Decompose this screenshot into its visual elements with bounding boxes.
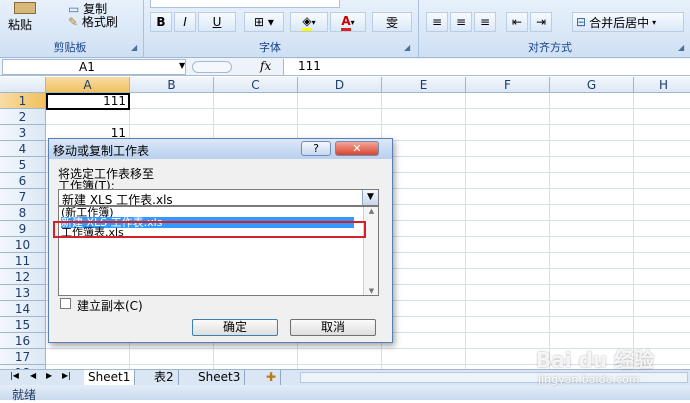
phonetic-button[interactable]: 雯 [372,12,412,32]
create-copy-checkbox[interactable] [60,298,71,309]
workbook-list[interactable]: (新工作簿) 新建 XLS 工作表.xls 工作簿表.xls ▲ ▼ [58,206,379,296]
ok-button[interactable]: 确定 [192,319,278,336]
merge-center-icon: ⊟ [576,15,587,29]
move-copy-dialog: 移动或复制工作表 ? ✕ 将选定工作表移至 工作簿(T): 新建 XLS 工作表… [48,138,393,343]
fill-color-button[interactable]: ◈ ▾ [290,12,328,32]
paste-label: 粘贴 [8,18,33,32]
align-left-button[interactable]: ≡ [426,12,448,32]
copy-button[interactable]: ▭ 复制 [68,0,138,16]
name-box[interactable]: A1 ▼ [2,59,186,75]
dialog-titlebar[interactable]: 移动或复制工作表 ? ✕ [49,139,392,159]
row-header-12[interactable]: 12 [0,269,46,285]
increase-indent-icon: ⇥ [535,15,547,29]
border-button[interactable]: ⊞ ▾ [244,12,284,32]
close-button[interactable]: ✕ [335,141,379,156]
help-button[interactable]: ? [301,141,331,156]
insert-function-icon[interactable]: fx [260,59,280,75]
column-header-e[interactable]: E [382,77,466,93]
scroll-down-icon[interactable]: ▼ [364,287,378,295]
watermark-url: jingyan.baidu.com [538,373,640,386]
font-color-button[interactable]: A ▾ [330,12,366,32]
formula-input[interactable]: 111 [283,59,690,75]
row-header-17[interactable]: 17 [0,349,46,365]
font-color-icon: A [341,14,351,31]
format-painter-button[interactable]: ✎ 格式刷 [68,13,140,29]
phonetic-icon: 雯 [385,15,398,30]
column-header-a[interactable]: A [46,77,130,93]
alignment-launcher-icon[interactable]: ◢ [678,43,688,53]
row-header-5[interactable]: 5 [0,157,46,173]
decrease-indent-button[interactable]: ⇤ [506,12,528,32]
status-bar: 就绪 [0,385,690,402]
name-box-dropdown-icon[interactable]: ▼ [179,61,185,70]
dialog-title: 移动或复制工作表 [53,144,150,158]
alignment-group-label: 对齐方式 [528,41,572,54]
merge-center-button[interactable]: ⊟ 合并后居中 ▾ [572,12,684,32]
tab-next-icon[interactable]: ▶ [46,371,52,380]
align-center-icon: ≡ [455,15,467,29]
row-header-15[interactable]: 15 [0,317,46,333]
row-header-8[interactable]: 8 [0,205,46,221]
bold-button[interactable]: B [150,12,172,32]
align-right-icon: ≡ [479,15,491,29]
create-copy-label[interactable]: 建立副本(C) [77,297,143,314]
row-header-6[interactable]: 6 [0,173,46,189]
status-text: 就绪 [12,388,37,402]
tab-sheet1[interactable]: Sheet1 [84,370,136,385]
tab-sheet2[interactable]: 表2 [150,370,179,385]
row-header-7[interactable]: 7 [0,189,46,205]
align-center-button[interactable]: ≡ [450,12,472,32]
row-header-14[interactable]: 14 [0,301,46,317]
format-painter-icon: ✎ [68,15,79,29]
ribbon: 粘贴 ▭ 复制 ✎ 格式刷 剪贴板 ◢ B I U ⊞ ▾ ◈ ▾ A ▾ 雯 字体… [0,0,690,58]
tab-first-icon[interactable]: |◀ [10,371,19,380]
row-header-9[interactable]: 9 [0,221,46,237]
column-header-f[interactable]: F [466,77,550,93]
row-header-4[interactable]: 4 [0,141,46,157]
row-header-10[interactable]: 10 [0,237,46,253]
font-name-box[interactable] [150,0,340,8]
column-header-c[interactable]: C [214,77,298,93]
column-header-g[interactable]: G [550,77,634,93]
column-header-b[interactable]: B [130,77,214,93]
highlight-box [53,221,366,238]
fill-color-icon: ◈ [302,14,312,31]
italic-button[interactable]: I [174,12,196,32]
decrease-indent-icon: ⇤ [511,15,523,29]
formula-slider-icon [192,61,232,73]
align-right-button[interactable]: ≡ [474,12,496,32]
align-left-icon: ≡ [431,15,443,29]
clipboard-launcher-icon[interactable]: ◢ [131,43,141,53]
row-header-3[interactable]: 3 [0,125,46,141]
dropdown-arrow-icon[interactable]: ▼ [362,190,378,205]
cancel-button[interactable]: 取消 [290,319,376,336]
insert-sheet-icon[interactable]: ✚ [262,370,282,385]
row-header-11[interactable]: 11 [0,253,46,269]
scroll-up-icon[interactable]: ▲ [364,207,378,215]
row-header-2[interactable]: 2 [0,109,46,125]
column-header-h[interactable]: H [634,77,690,93]
row-header-1[interactable]: 1 [0,93,46,109]
tab-sheet3[interactable]: Sheet3 [194,370,246,385]
font-group-label: 字体 [259,41,281,54]
tab-last-icon[interactable]: ▶| [62,371,71,380]
select-all-corner[interactable] [0,77,46,93]
row-header-13[interactable]: 13 [0,285,46,301]
tab-prev-icon[interactable]: ◀ [30,371,36,380]
font-launcher-icon[interactable]: ◢ [404,43,414,53]
workbook-dropdown[interactable]: 新建 XLS 工作表.xls ▼ [58,189,379,207]
column-header-d[interactable]: D [298,77,382,93]
paste-button[interactable]: 粘贴 [4,2,44,38]
increase-indent-button[interactable]: ⇥ [530,12,552,32]
cell-a1[interactable]: 111 [46,94,126,108]
border-icon: ⊞ ▾ [254,15,274,29]
row-header-16[interactable]: 16 [0,333,46,349]
close-icon: ✕ [352,142,362,155]
clipboard-group-label: 剪贴板 [53,41,87,54]
paste-icon [14,2,36,14]
underline-button[interactable]: U [198,12,236,32]
